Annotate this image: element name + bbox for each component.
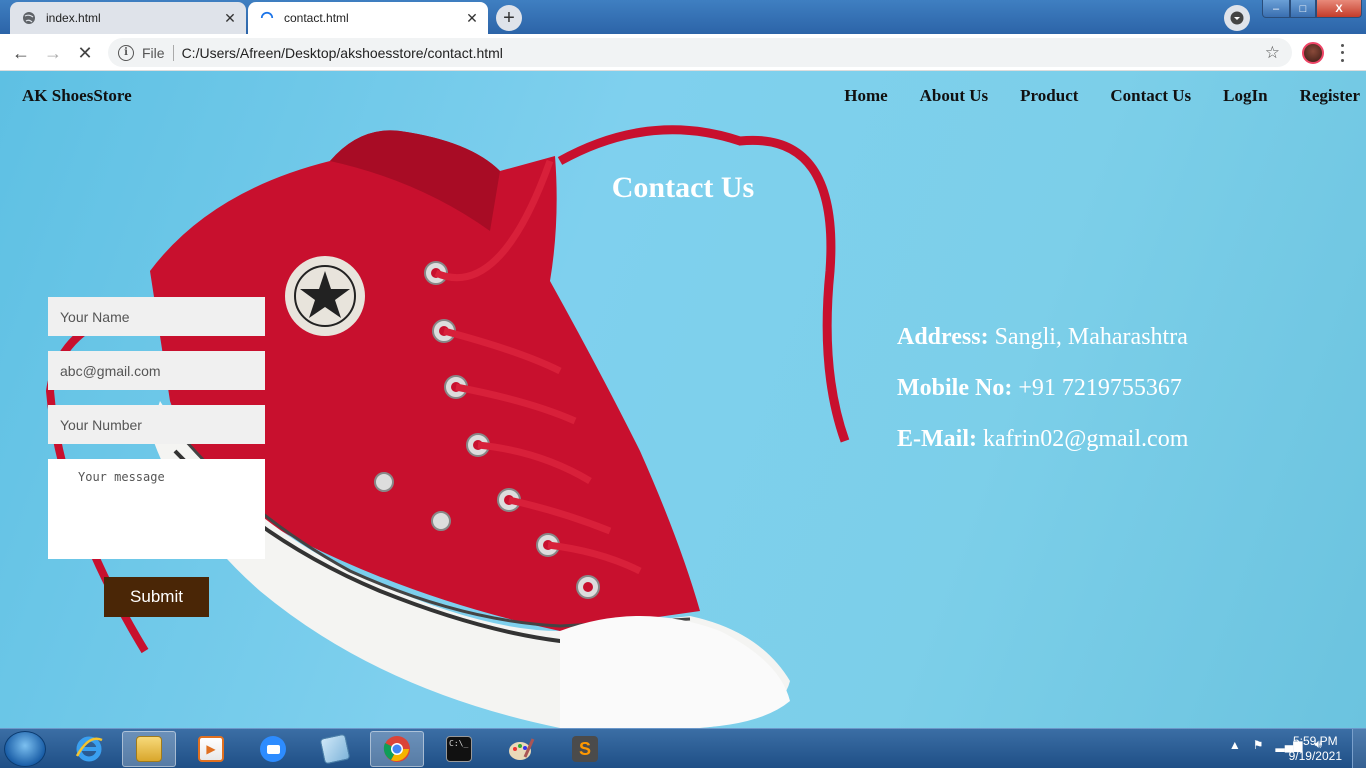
- number-field[interactable]: Your Number: [48, 405, 265, 444]
- tab-search-button[interactable]: [1224, 5, 1250, 31]
- nav-register[interactable]: Register: [1300, 86, 1360, 106]
- scheme-label: File: [142, 44, 165, 61]
- close-tab-icon[interactable]: ✕: [462, 10, 482, 27]
- browser-toolbar: ← → ✕ i File C:/Users/Afreen/Desktop/aks…: [0, 34, 1366, 71]
- tab-index[interactable]: index.html ✕: [10, 2, 246, 34]
- address-line: Address: Sangli, Maharashtra: [897, 324, 1188, 351]
- bookmark-star-icon[interactable]: ☆: [1265, 43, 1280, 63]
- window-close-button[interactable]: X: [1316, 0, 1362, 18]
- internet-explorer-icon[interactable]: [62, 731, 116, 767]
- mobile-value: +91 7219755367: [1018, 375, 1182, 401]
- clock-time: 5:59 PM: [1292, 734, 1338, 748]
- avatar[interactable]: [1302, 42, 1324, 64]
- email-line: E-Mail: kafrin02@gmail.com: [897, 426, 1188, 453]
- email-label: E-Mail:: [897, 426, 977, 452]
- nav-login[interactable]: LogIn: [1223, 86, 1267, 106]
- page-title: Contact Us: [611, 171, 755, 204]
- window-minimize-button[interactable]: –: [1262, 0, 1290, 18]
- browser-tab-bar: index.html ✕ contact.html ✕ + – □ X: [0, 0, 1366, 34]
- address-bar[interactable]: i File C:/Users/Afreen/Desktop/akshoesst…: [108, 38, 1292, 67]
- name-field[interactable]: Your Name: [48, 297, 265, 336]
- chrome-icon[interactable]: [370, 731, 424, 767]
- clock-date: 9/19/2021: [1288, 749, 1342, 763]
- back-icon[interactable]: ←: [8, 40, 34, 66]
- loading-spinner-icon: [260, 11, 274, 25]
- stop-loading-icon[interactable]: ✕: [72, 40, 98, 66]
- address-label: Address:: [897, 324, 989, 350]
- cmd-icon[interactable]: C:\_: [432, 731, 486, 767]
- divider: [172, 44, 174, 61]
- submit-button[interactable]: Submit: [104, 577, 209, 617]
- action-center-flag-icon[interactable]: ⚑: [1253, 738, 1264, 752]
- forward-icon[interactable]: →: [40, 40, 66, 66]
- taskbar: ▶ C:\_ S ▲ ⚑ ▂▄▆ 🔊︎ 5:59 PM 9/19/2021: [0, 728, 1366, 768]
- page-viewport: AK ShoesStore Home About Us Product Cont…: [0, 71, 1366, 728]
- browser-menu-icon[interactable]: [1336, 42, 1348, 64]
- tray-expand-icon[interactable]: ▲: [1229, 738, 1241, 752]
- nav-about-us[interactable]: About Us: [920, 86, 989, 106]
- nav-contact-us[interactable]: Contact Us: [1110, 86, 1191, 106]
- file-explorer-icon[interactable]: [122, 731, 176, 767]
- tab-title: index.html: [46, 11, 101, 25]
- nav-home[interactable]: Home: [844, 86, 887, 106]
- site-nav: Home About Us Product Contact Us LogIn R…: [812, 86, 1360, 106]
- zoom-icon[interactable]: [246, 731, 300, 767]
- new-tab-button[interactable]: +: [496, 5, 522, 31]
- tab-contact[interactable]: contact.html ✕: [248, 2, 488, 34]
- site-brand[interactable]: AK ShoesStore: [22, 86, 132, 106]
- media-player-icon[interactable]: ▶: [184, 731, 238, 767]
- nav-product[interactable]: Product: [1020, 86, 1078, 106]
- notepad-icon[interactable]: [308, 731, 362, 767]
- start-button[interactable]: [4, 731, 46, 767]
- window-maximize-button[interactable]: □: [1290, 0, 1316, 18]
- chevron-down-icon: [1230, 11, 1244, 25]
- paint-icon[interactable]: [494, 731, 548, 767]
- site-info-icon[interactable]: i: [118, 44, 134, 61]
- globe-icon: [22, 11, 36, 25]
- url-text[interactable]: C:/Users/Afreen/Desktop/akshoesstore/con…: [182, 45, 503, 61]
- mobile-label: Mobile No:: [897, 375, 1013, 401]
- message-textarea[interactable]: Your message: [48, 459, 265, 559]
- email-value: kafrin02@gmail.com: [982, 426, 1189, 452]
- mobile-line: Mobile No: +91 7219755367: [897, 375, 1182, 402]
- close-tab-icon[interactable]: ✕: [220, 10, 240, 27]
- show-desktop-button[interactable]: [1352, 729, 1366, 768]
- address-value: Sangli, Maharashtra: [994, 324, 1188, 350]
- sublime-text-icon[interactable]: S: [558, 731, 612, 767]
- taskbar-clock[interactable]: 5:59 PM 9/19/2021: [1289, 734, 1342, 764]
- tab-title: contact.html: [284, 11, 349, 25]
- email-field[interactable]: abc@gmail.com: [48, 351, 265, 390]
